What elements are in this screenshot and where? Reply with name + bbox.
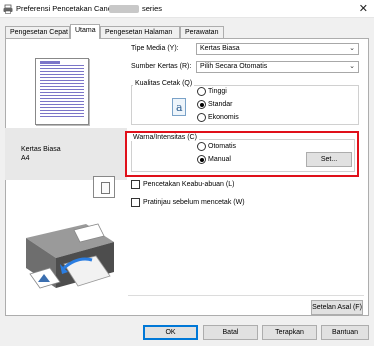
paper-orientation-icon xyxy=(93,176,115,198)
media-type-select[interactable]: Kertas Biasa ⌄ xyxy=(196,43,359,55)
window-title: Preferensi Pencetakan Canon xyxy=(16,4,117,13)
color-manual-label: Manual xyxy=(208,156,231,163)
quality-economy-label: Ekonomis xyxy=(208,114,239,121)
chevron-down-icon: ⌄ xyxy=(349,63,355,70)
print-quality-group xyxy=(131,85,359,125)
printer-illustration xyxy=(26,223,114,289)
window-title-suffix: series xyxy=(142,4,163,13)
cancel-button[interactable]: Batal xyxy=(203,325,258,340)
grayscale-checkbox[interactable] xyxy=(131,180,140,189)
paper-source-select[interactable]: Pilih Secara Otomatis ⌄ xyxy=(196,61,359,73)
quality-standard-radio[interactable] xyxy=(197,100,206,109)
ok-button[interactable]: OK xyxy=(143,325,198,340)
printer-app-icon xyxy=(3,4,13,14)
paper-source-label: Sumber Kertas (R): xyxy=(131,63,192,70)
section-divider xyxy=(128,295,364,296)
print-quality-icon: a xyxy=(172,98,186,116)
defaults-button[interactable]: Setelan Asal (F) xyxy=(311,300,363,315)
color-auto-label: Otomatis xyxy=(208,143,237,150)
chevron-down-icon: ⌄ xyxy=(349,45,355,52)
print-quality-title: Kualitas Cetak (Q) xyxy=(133,80,195,87)
media-type-value: Kertas Biasa xyxy=(200,45,240,52)
paper-source-value: Pilih Secara Otomatis xyxy=(200,63,268,70)
print-preview-label: Pratinjau sebelum mencetak (W) xyxy=(143,199,245,206)
print-preview-checkbox[interactable] xyxy=(131,198,140,207)
color-intensity-title: Warna/Intensitas (C) xyxy=(131,134,199,141)
quality-economy-radio[interactable] xyxy=(197,113,206,122)
quality-high-radio[interactable] xyxy=(197,87,206,96)
color-auto-radio[interactable] xyxy=(197,142,206,151)
paper-info-box xyxy=(5,128,127,180)
color-set-button[interactable]: Set... xyxy=(306,152,352,167)
redacted-model-name xyxy=(109,5,139,13)
quality-high-label: Tinggi xyxy=(208,88,227,95)
preview-paper-size: A4 xyxy=(21,155,30,162)
title-bar: Preferensi Pencetakan Canon series ✕ xyxy=(0,0,374,18)
apply-button[interactable]: Terapkan xyxy=(262,325,317,340)
tab-main[interactable]: Utama xyxy=(70,24,100,39)
quality-standard-label: Standar xyxy=(208,101,233,108)
preview-paper-name: Kertas Biasa xyxy=(21,146,61,153)
color-manual-radio[interactable] xyxy=(197,155,206,164)
media-type-label: Tipe Media (Y): xyxy=(131,45,179,52)
grayscale-label: Pencetakan Keabu-abuan (L) xyxy=(143,181,235,188)
close-button[interactable]: ✕ xyxy=(359,2,368,15)
page-preview xyxy=(35,58,89,125)
help-button[interactable]: Bantuan xyxy=(321,325,369,340)
